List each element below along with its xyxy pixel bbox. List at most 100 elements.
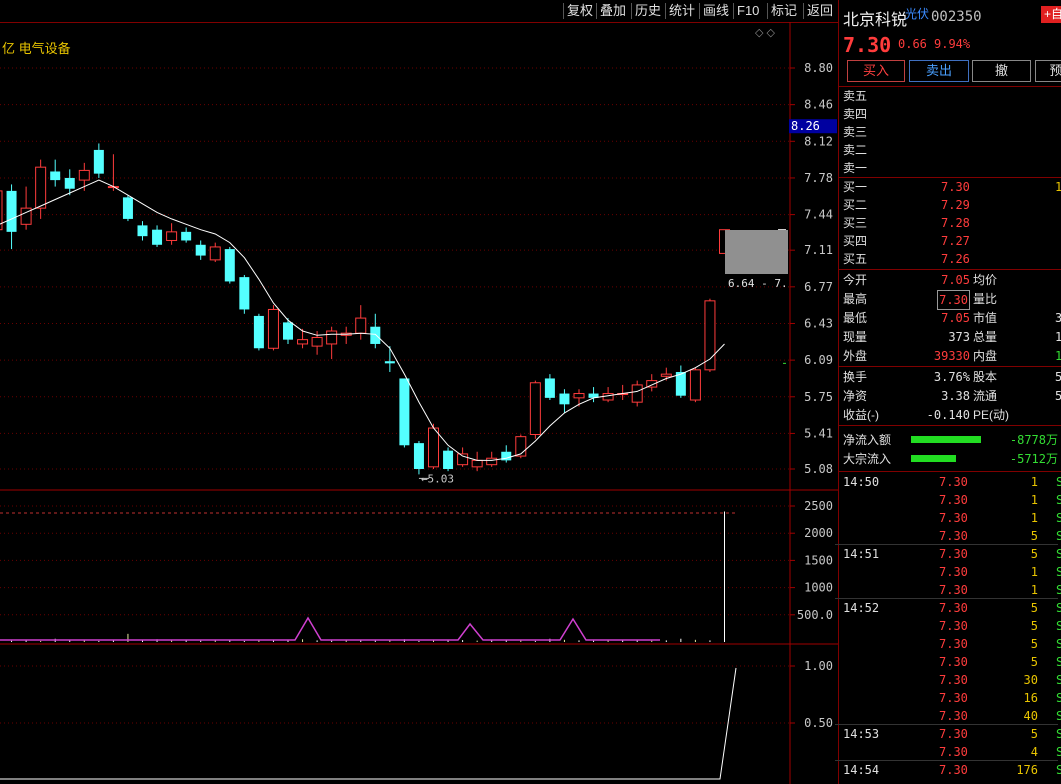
tick-side: S: [1056, 475, 1061, 489]
quote-label: 现量: [843, 330, 868, 344]
quote-label: 总量: [973, 330, 998, 344]
bid-row: 买五 7.26: [843, 250, 1061, 268]
tick-volume: 4: [1030, 745, 1038, 759]
sell-button[interactable]: 卖出: [909, 60, 969, 82]
cancel-order-button[interactable]: 撤: [972, 60, 1031, 82]
candle-body: [384, 361, 395, 364]
price-axis-label: 6.77: [804, 280, 833, 294]
toolbar-button-3[interactable]: 统计: [669, 2, 695, 20]
tick-time: 14:53: [843, 727, 880, 741]
quote-value: 5: [1055, 370, 1061, 384]
candle-body: [428, 427, 439, 468]
kline-chart[interactable]: 8.80 8.46 8.12 7.78 7.44 7.11 6.77 6.43 6.09 5.75…: [0, 22, 838, 784]
tick-price: 7.30: [939, 673, 968, 687]
divider: [839, 471, 1061, 472]
quote-value: 1: [1055, 349, 1061, 363]
buy-button[interactable]: 买入: [847, 60, 905, 82]
candle-body: [195, 244, 206, 256]
tick-price: 7.30: [939, 511, 968, 525]
toolbar-button-4[interactable]: 画线: [703, 2, 729, 20]
candle-body: [515, 436, 527, 457]
divider: [839, 366, 1061, 367]
candle-body: [544, 378, 555, 398]
candle-body: [443, 450, 454, 469]
candle-body: [689, 369, 701, 401]
volume-axis-label: 2000: [804, 526, 833, 540]
tick-row: 14:52 7.30 5 S: [843, 599, 1061, 617]
tick-row: 7.30 5 S: [843, 527, 1061, 545]
add-watchlist-button[interactable]: +自: [1041, 6, 1061, 23]
toolbar-button-1[interactable]: 叠加: [600, 2, 626, 20]
chart-toolbar: 复权 叠加 历史 统计 画线 F10 标记 返回: [0, 0, 838, 23]
tick-time: 14:50: [843, 475, 880, 489]
candle-body: [297, 339, 309, 345]
tick-side: S: [1056, 493, 1061, 507]
toolbar-button-0[interactable]: 复权: [567, 2, 593, 20]
quote-label: 换手: [843, 370, 868, 384]
tick-price: 7.30: [939, 529, 968, 543]
quote-row: 换手 3.76% 股本 5: [843, 368, 1061, 386]
tick-price: 7.30: [939, 745, 968, 759]
price-axis-label: 7.44: [804, 208, 833, 222]
quote-label: 市值: [973, 311, 998, 325]
bid-label: 买三: [843, 216, 868, 230]
low-annotation: ←5.03: [421, 472, 454, 485]
quote-label: 量比: [973, 292, 998, 306]
tick-price: 7.30: [939, 709, 968, 723]
price-axis-label: 5.75: [804, 390, 833, 404]
quote-label: 最低: [843, 311, 868, 325]
tick-side: S: [1056, 763, 1061, 777]
tick-side: S: [1056, 565, 1061, 579]
candle-body: [35, 166, 47, 209]
tick-price: 7.30: [939, 601, 968, 615]
toolbar-separator: [563, 3, 564, 19]
tick-row: 14:50 7.30 1 S: [843, 473, 1061, 491]
tick-row: 7.30 40 S: [843, 707, 1061, 725]
stock-concept-tag[interactable]: 光伏: [905, 5, 929, 22]
ask-row: 卖四: [843, 105, 1061, 123]
bid-label: 买五: [843, 252, 868, 266]
toolbar-button-5[interactable]: F10: [737, 2, 759, 20]
toolbar-separator: [767, 3, 768, 19]
candle-body: [370, 326, 381, 344]
bid-price: 7.27: [941, 234, 970, 248]
price-axis-label: 5.08: [804, 462, 833, 476]
tick-price: 7.30: [939, 637, 968, 651]
volume-axis-label: 2500: [804, 499, 833, 513]
tick-time: 14:51: [843, 547, 880, 561]
toolbar-separator: [733, 3, 734, 19]
candle-body: [50, 171, 61, 181]
price-axis-label: 6.43: [804, 316, 833, 330]
tick-price: 7.30: [939, 619, 968, 633]
toolbar-button-6[interactable]: 标记: [771, 2, 797, 20]
ask-label: 卖五: [843, 89, 868, 103]
tick-price: 7.30: [939, 583, 968, 597]
quote-value: 7.30: [937, 290, 970, 310]
bid-volume: 1: [1055, 180, 1061, 194]
indicator-axis-label: 1.00: [804, 659, 833, 673]
price-axis-label: 8.46: [804, 98, 833, 112]
quote-label: 流通: [973, 389, 998, 403]
toolbar-button-7[interactable]: 返回: [807, 2, 833, 20]
quote-row: 现量 373 总量 1: [843, 328, 1061, 346]
tick-row: 14:54 7.30 176 S: [843, 761, 1061, 779]
tick-row: 7.30 5 S: [843, 617, 1061, 635]
flow-label: 大宗流入: [843, 452, 892, 466]
candle-body: [326, 330, 338, 345]
price-axis-label: 7.11: [804, 243, 833, 257]
tick-price: 7.30: [939, 547, 968, 561]
tick-row: 7.30 1 S: [843, 491, 1061, 509]
quote-value: 1: [1055, 330, 1061, 344]
pre-order-button[interactable]: 预: [1035, 60, 1061, 82]
toolbar-button-2[interactable]: 历史: [635, 2, 661, 20]
candle-body: [6, 190, 17, 232]
candle-body: [239, 277, 250, 310]
toolbar-separator: [699, 3, 700, 19]
quote-label: 收益(-): [843, 408, 879, 422]
tick-row: 7.30 1 S: [843, 509, 1061, 527]
candle-body: [311, 336, 323, 347]
candle-body: [78, 169, 90, 181]
tick-volume: 5: [1030, 529, 1038, 543]
bid-label: 买四: [843, 234, 868, 248]
ask-label: 卖四: [843, 107, 868, 121]
